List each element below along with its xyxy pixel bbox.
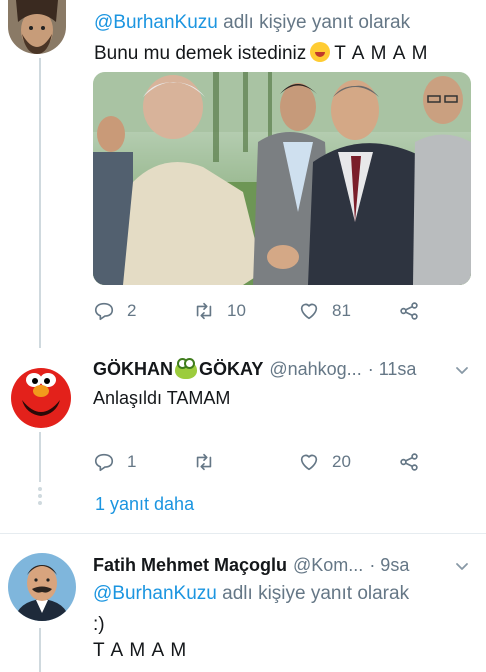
laughing-emoji-icon — [310, 42, 331, 62]
reply-icon — [94, 453, 114, 472]
timestamp[interactable]: · 11sa — [368, 359, 417, 380]
reply-context: @BurhanKuzu adlı kişiye yanıt olarak — [93, 583, 409, 605]
divider — [0, 533, 486, 534]
user-handle[interactable]: @nahkog... — [269, 359, 361, 380]
like-button[interactable]: 20 — [298, 451, 351, 473]
reply-suffix: adlı kişiye yanıt olarak — [222, 583, 410, 604]
frog-emoji-icon — [175, 358, 197, 380]
tweet-header: Fatih Mehmet Maçoglu @Kom... · 9sa — [93, 555, 409, 576]
retweet-button[interactable]: 10 — [193, 300, 246, 322]
tweet-text-line2: T A M A M — [93, 640, 188, 661]
chevron-down-icon[interactable] — [455, 364, 469, 378]
like-count: 20 — [332, 452, 351, 471]
display-name-part2: GÖKAY — [199, 359, 264, 379]
avatar[interactable] — [8, 553, 76, 621]
thread-more-dots — [38, 487, 42, 508]
display-name-part1: GÖKHAN — [93, 359, 173, 379]
tweet-actions: 1 20 — [93, 451, 433, 477]
thread-line — [39, 432, 41, 482]
tweet-text: Anlaşıldı TAMAM — [93, 388, 231, 408]
avatar[interactable] — [8, 0, 66, 54]
reply-button[interactable]: 1 — [93, 451, 136, 473]
reply-handle-link[interactable]: @BurhanKuzu — [94, 12, 218, 33]
reply-suffix: adlı kişiye yanıt olarak — [223, 12, 411, 33]
thread-line — [39, 628, 41, 672]
retweet-icon — [196, 302, 212, 320]
reply-handle-link[interactable]: @BurhanKuzu — [93, 583, 217, 604]
like-count: 81 — [332, 301, 351, 320]
reply-context: @BurhanKuzu adlı kişiye yanıt olarak — [94, 12, 410, 34]
tweet-photo[interactable] — [93, 72, 471, 285]
reply-button[interactable]: 2 — [93, 300, 136, 322]
like-button[interactable]: 81 — [298, 300, 351, 322]
share-button[interactable] — [398, 451, 432, 473]
tweet-text: Bunu mu demek istediniz T A M A M — [94, 42, 428, 65]
user-handle[interactable]: @Kom... — [293, 555, 363, 576]
chevron-down-icon[interactable] — [455, 560, 469, 574]
retweet-button[interactable] — [193, 451, 227, 473]
tweet-text-line1: :) — [93, 614, 105, 635]
tweet-text-tamam: T A M A M — [334, 43, 429, 64]
tweet-text-main: Bunu mu demek istediniz — [94, 43, 307, 64]
tweet-actions: 2 10 81 — [93, 300, 433, 326]
reply-count: 1 — [127, 452, 137, 471]
thread-line — [39, 58, 41, 348]
reply-icon — [94, 302, 114, 321]
display-name[interactable]: GÖKHAN GÖKAY — [93, 358, 264, 380]
retweet-icon — [196, 453, 212, 471]
retweet-count: 10 — [227, 301, 246, 320]
share-icon — [400, 302, 418, 320]
heart-icon — [300, 303, 318, 320]
tweet-header: GÖKHAN GÖKAY @nahkog... · 11sa — [93, 358, 417, 380]
share-button[interactable] — [398, 300, 432, 322]
timestamp[interactable]: · 9sa — [369, 555, 409, 576]
avatar[interactable] — [8, 362, 74, 428]
share-icon — [400, 453, 418, 471]
show-more-replies-link[interactable]: 1 yanıt daha — [95, 494, 194, 515]
display-name[interactable]: Fatih Mehmet Maçoglu — [93, 555, 287, 576]
heart-icon — [300, 454, 318, 471]
reply-count: 2 — [127, 301, 137, 320]
